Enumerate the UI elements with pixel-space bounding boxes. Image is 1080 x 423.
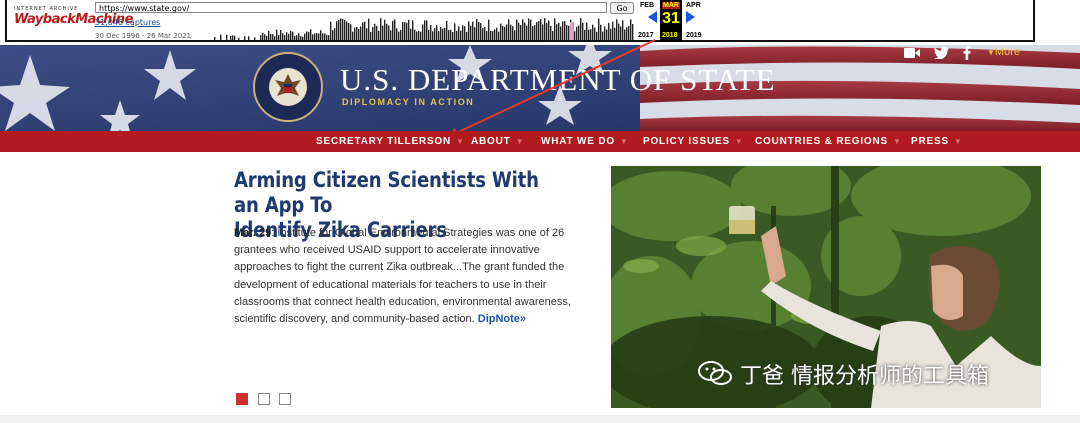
nav-item-countries-regions[interactable]: COUNTRIES & REGIONS ▼ bbox=[755, 131, 902, 152]
carousel-dot[interactable] bbox=[279, 393, 291, 405]
page-footer-strip bbox=[0, 415, 1080, 423]
chevron-down-icon: ▼ bbox=[734, 137, 744, 146]
article-body: Mar. 29: Institute for Global Environmen… bbox=[234, 225, 580, 328]
chevron-down-icon: ▼ bbox=[953, 137, 963, 146]
nav-item-label: ABOUT bbox=[471, 136, 511, 147]
nav-item-label: POLICY ISSUES bbox=[643, 136, 730, 147]
carousel-dot-active[interactable] bbox=[236, 393, 248, 405]
headline-line-1: Arming Citizen Scientists With an App To bbox=[234, 168, 539, 217]
nav-item-label: COUNTRIES & REGIONS bbox=[755, 136, 888, 147]
nav-item-press[interactable]: PRESS ▼ bbox=[911, 131, 963, 152]
dipnote-link[interactable]: DipNote» bbox=[478, 313, 526, 325]
chevron-down-icon: ▼ bbox=[515, 137, 525, 146]
watermark-text: 丁爸 情报分析师的工具箱 bbox=[740, 364, 989, 389]
nav-item-policy-issues[interactable]: POLICY ISSUES ▼ bbox=[643, 131, 744, 152]
article-text: : Institute for Global Environmental Str… bbox=[234, 227, 571, 326]
nav-item-about[interactable]: ABOUT ▼ bbox=[471, 131, 524, 152]
chevron-down-icon: ▼ bbox=[456, 137, 465, 146]
nav-item-label: WHAT WE DO bbox=[541, 136, 615, 147]
nav-item-label: PRESS bbox=[911, 136, 949, 147]
chevron-down-icon: ▼ bbox=[619, 137, 629, 146]
carousel-dot[interactable] bbox=[258, 393, 270, 405]
article-date: Mar. 29 bbox=[234, 227, 272, 239]
nav-item-secretary[interactable]: SECRETARY TILLERSON ▼ bbox=[316, 131, 465, 152]
wechat-icon bbox=[698, 361, 732, 385]
nav-item-what-we-do[interactable]: WHAT WE DO ▼ bbox=[541, 131, 629, 152]
chevron-down-icon: ▼ bbox=[893, 137, 902, 146]
nav-item-label: SECRETARY TILLERSON bbox=[316, 136, 452, 147]
